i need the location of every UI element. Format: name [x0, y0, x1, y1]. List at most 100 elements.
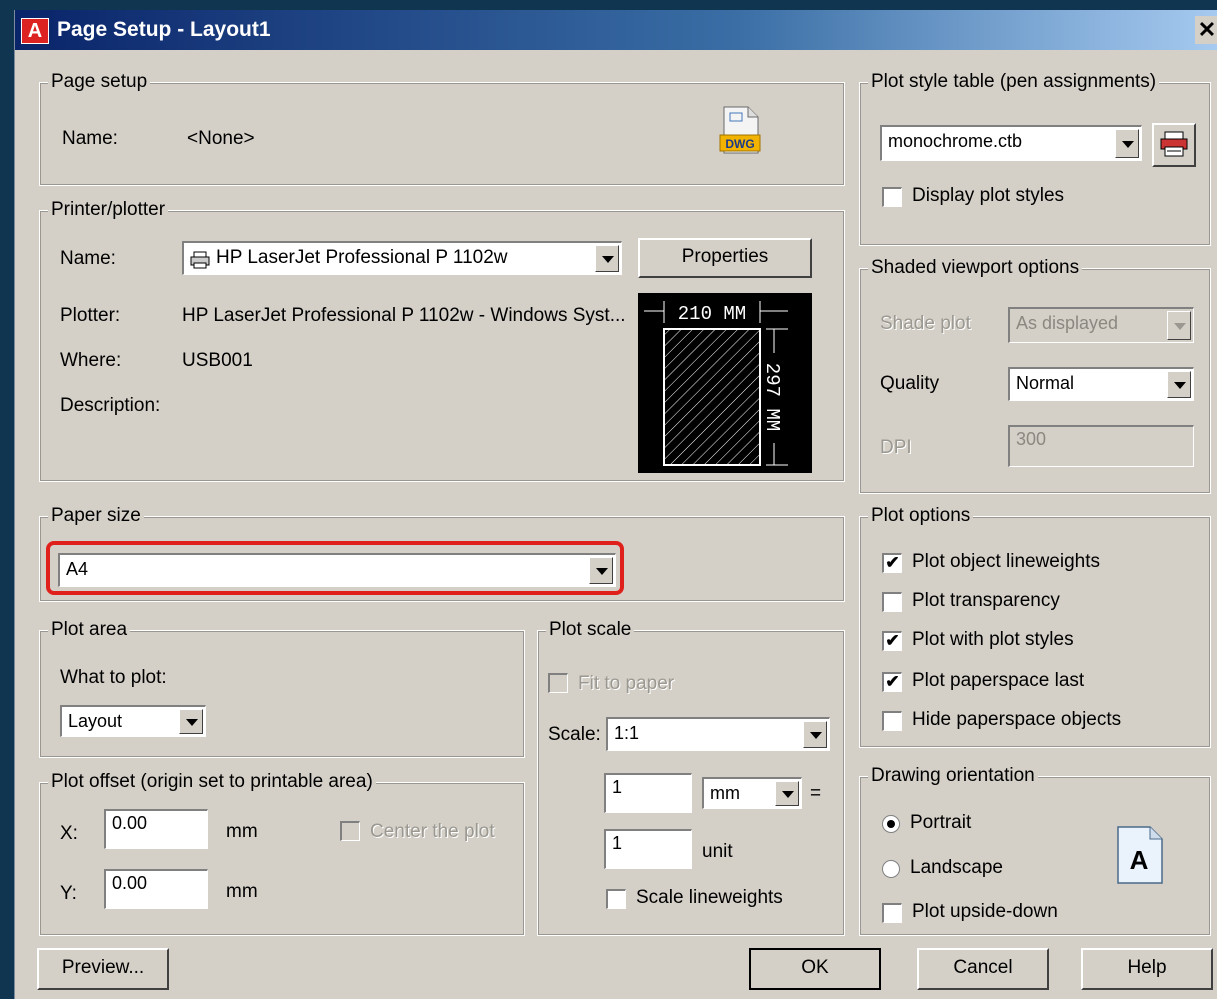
edit-plot-style-button[interactable] [1152, 123, 1196, 167]
plot-option-label: Plot paperspace last [912, 670, 1085, 691]
dwg-icon-text: DWG [725, 137, 754, 151]
close-button[interactable]: ✕ [1195, 16, 1217, 44]
scale-unit-input[interactable]: 1 [604, 829, 692, 869]
plot-option-label: Hide paperspace objects [912, 709, 1122, 730]
page-setup-group-label: Page setup [48, 71, 151, 93]
title-bar: A Page Setup - Layout1 ✕ [15, 10, 1217, 50]
shade-plot-select[interactable]: As displayed [1008, 307, 1194, 343]
quality-label: Quality [880, 373, 940, 394]
plot-object-lineweights-checkbox[interactable]: ✔ [882, 553, 902, 573]
scale-mm-input[interactable]: 1 [604, 773, 692, 813]
paper-size-group-label: Paper size [48, 505, 144, 527]
shaded-viewport-group: Shaded viewport options Shade plot As di… [859, 257, 1211, 494]
printer-icon [190, 249, 210, 269]
where-label: Where: [60, 350, 122, 371]
dpi-label: DPI [880, 437, 912, 458]
plot-scale-group: Plot scale Fit to paper Scale: 1:1 1 mm … [537, 619, 845, 936]
paper-preview: 210 MM 297 MM [638, 293, 812, 473]
x-offset-unit: mm [226, 821, 258, 842]
paper-width-label: 210 MM [678, 303, 746, 325]
plot-style-select[interactable]: monochrome.ctb [880, 125, 1142, 161]
description-label: Description: [60, 395, 161, 416]
plot-option-label: Plot with plot styles [912, 629, 1074, 650]
chevron-down-icon[interactable] [595, 245, 619, 272]
scale-unit-label: unit [702, 841, 733, 862]
what-to-plot-label: What to plot: [60, 667, 167, 688]
plot-style-value: monochrome.ctb [888, 131, 1023, 151]
printer-name-label: Name: [60, 248, 116, 269]
ok-button[interactable]: OK [749, 948, 881, 990]
autocad-app-icon: A [21, 18, 49, 44]
plot-style-group-label: Plot style table (pen assignments) [868, 71, 1160, 93]
orientation-group-label: Drawing orientation [868, 765, 1038, 787]
printer-name-select[interactable]: HP LaserJet Professional P 1102w [182, 241, 622, 275]
plot-upside-down-label: Plot upside-down [912, 901, 1058, 922]
landscape-radio[interactable] [882, 860, 900, 878]
cancel-button[interactable]: Cancel [917, 948, 1049, 990]
plot-with-plot-styles-checkbox[interactable]: ✔ [882, 631, 902, 651]
plot-upside-down-checkbox[interactable] [882, 903, 902, 923]
quality-value: Normal [1016, 373, 1075, 393]
plotter-label: Plotter: [60, 305, 121, 326]
y-offset-input[interactable]: 0.00 [104, 869, 208, 909]
dialog-title: Page Setup - Layout1 [57, 18, 271, 41]
plot-option-label: Plot transparency [912, 590, 1060, 611]
chevron-down-icon[interactable] [1167, 311, 1191, 340]
x-offset-input[interactable]: 0.00 [104, 809, 208, 849]
printer-name-value: HP LaserJet Professional P 1102w [216, 247, 508, 268]
portrait-radio[interactable] [882, 815, 900, 833]
shaded-group-label: Shaded viewport options [868, 257, 1083, 279]
page-setup-group: Page setup Name: <None> DWG [39, 71, 845, 186]
plotter-value: HP LaserJet Professional P 1102w - Windo… [182, 305, 626, 326]
y-offset-unit: mm [226, 881, 258, 902]
x-offset-label: X: [60, 823, 78, 844]
quality-select[interactable]: Normal [1008, 367, 1194, 401]
shade-plot-label: Shade plot [880, 313, 971, 334]
display-plot-styles-checkbox[interactable] [882, 187, 902, 207]
plot-style-group: Plot style table (pen assignments) monoc… [859, 71, 1211, 246]
chevron-down-icon[interactable] [1115, 129, 1139, 158]
page-setup-name-value: <None> [187, 128, 255, 149]
plot-options-group: Plot options ✔ Plot object lineweights P… [859, 505, 1211, 748]
fit-to-paper-checkbox[interactable] [548, 673, 568, 693]
plot-options-group-label: Plot options [868, 505, 974, 527]
printer-plotter-group: Printer/plotter Name: HP LaserJet Profes… [39, 199, 845, 482]
center-plot-label: Center the plot [370, 821, 495, 842]
drawing-orientation-group: Drawing orientation Portrait Landscape P… [859, 765, 1211, 936]
hide-paperspace-objects-checkbox[interactable] [882, 711, 902, 731]
chevron-down-icon[interactable] [1167, 371, 1191, 398]
help-button[interactable]: Help [1081, 948, 1213, 990]
landscape-label: Landscape [910, 857, 1003, 878]
plot-area-group: Plot area What to plot: Layout [39, 619, 525, 758]
page-setup-dialog: A Page Setup - Layout1 ✕ Page setup Name… [14, 10, 1217, 999]
chevron-down-icon[interactable] [775, 781, 799, 806]
plot-paperspace-last-checkbox[interactable]: ✔ [882, 672, 902, 692]
dwg-file-icon: DWG [718, 105, 762, 155]
paper-size-highlight [46, 541, 624, 595]
plot-area-group-label: Plot area [48, 619, 131, 641]
display-plot-styles-label: Display plot styles [912, 185, 1065, 206]
scale-label: Scale: [548, 724, 601, 745]
plot-offset-group: Plot offset (origin set to printable are… [39, 771, 525, 936]
center-plot-checkbox[interactable] [340, 821, 360, 841]
what-to-plot-select[interactable]: Layout [60, 705, 206, 737]
properties-button[interactable]: Properties [638, 238, 812, 278]
printer-group-label: Printer/plotter [48, 199, 169, 221]
equals-sign: = [810, 783, 822, 804]
preview-button[interactable]: Preview... [37, 948, 169, 990]
y-offset-label: Y: [60, 883, 77, 904]
scale-select[interactable]: 1:1 [606, 717, 830, 751]
dpi-input[interactable]: 300 [1008, 425, 1194, 467]
scale-lineweights-checkbox[interactable] [606, 889, 626, 909]
plot-transparency-checkbox[interactable] [882, 592, 902, 612]
chevron-down-icon[interactable] [179, 709, 203, 734]
scale-lineweights-label: Scale lineweights [636, 887, 783, 908]
plot-style-editor-icon [1160, 131, 1188, 157]
paper-height-label: 297 MM [761, 363, 783, 431]
plot-scale-group-label: Plot scale [546, 619, 635, 641]
chevron-down-icon[interactable] [803, 721, 827, 748]
fit-to-paper-label: Fit to paper [578, 673, 675, 694]
scale-unit-select[interactable]: mm [702, 777, 802, 809]
orientation-preview-icon: A [1116, 825, 1164, 885]
portrait-label: Portrait [910, 812, 972, 833]
